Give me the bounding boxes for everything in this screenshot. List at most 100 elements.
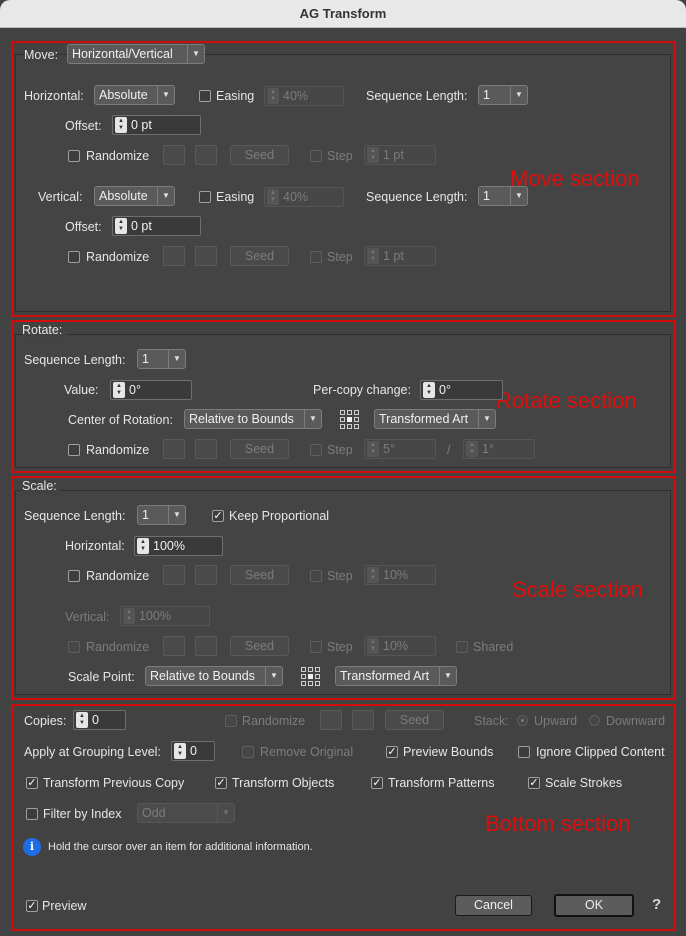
- spinner-icon[interactable]: ▲ ▼: [423, 382, 435, 398]
- rotate-randomize-checkbox[interactable]: [68, 444, 80, 456]
- scale-vstep-field: ▲ ▼ 10%: [364, 636, 436, 656]
- copies-label: Copies:: [24, 714, 67, 728]
- scale-step-value: 10%: [383, 568, 409, 582]
- spinner-icon[interactable]: ▲ ▼: [113, 382, 125, 398]
- spinner-icon: ▲ ▼: [367, 248, 379, 264]
- preview-label: Preview: [42, 899, 87, 913]
- help-icon[interactable]: ?: [652, 897, 661, 913]
- scale-vertical-field: ▲ ▼ 100%: [120, 606, 210, 626]
- rotate-center-select[interactable]: Relative to Bounds ▼: [184, 409, 322, 429]
- filter-by-index-label: Filter by Index: [43, 807, 122, 821]
- filter-by-index-checkbox[interactable]: [26, 808, 38, 820]
- spinner-icon[interactable]: ▲ ▼: [115, 218, 127, 234]
- move-horizontal-easing-checkbox[interactable]: [199, 90, 211, 102]
- stack-upward-radio: [517, 715, 528, 726]
- rotate-art-select[interactable]: Transformed Art ▼: [374, 409, 496, 429]
- rotate-value-field[interactable]: ▲ ▼ 0°: [110, 380, 192, 400]
- preview-bounds-label: Preview Bounds: [403, 745, 494, 759]
- rotate-step-field-2: ▲ ▼ 1°: [463, 439, 535, 459]
- preview-bounds-checkbox[interactable]: ✓: [386, 746, 398, 758]
- rotate-per-copy-field[interactable]: ▲ ▼ 0°: [420, 380, 503, 400]
- move-vertical-seq-select[interactable]: 1 ▼: [478, 186, 528, 206]
- distribution-curve-icon: [163, 565, 185, 585]
- spinner-icon[interactable]: ▲ ▼: [76, 712, 88, 728]
- move-vertical-randomize-checkbox[interactable]: [68, 251, 80, 263]
- window-title: AG Transform: [299, 6, 387, 21]
- chevron-down-icon: ▼: [217, 804, 234, 822]
- distribution-curve-icon: [320, 710, 342, 730]
- info-icon: i: [23, 838, 41, 856]
- transform-objects-label: Transform Objects: [232, 776, 335, 790]
- rotate-step-separator: /: [447, 443, 451, 457]
- scale-point-label: Scale Point:: [68, 670, 135, 684]
- move-horizontal-randomize-checkbox[interactable]: [68, 150, 80, 162]
- bottom-section-annotation: Bottom section: [485, 811, 631, 836]
- scale-step-checkbox: [310, 570, 322, 582]
- move-vertical-label: Vertical:: [38, 190, 83, 204]
- move-horizontal-easing-field: ▲ ▼ 40%: [264, 86, 344, 106]
- reference-point-icon[interactable]: [300, 666, 321, 687]
- chevron-down-icon: ▼: [187, 45, 204, 63]
- scale-randomize-checkbox[interactable]: [68, 570, 80, 582]
- spinner-icon[interactable]: ▲ ▼: [115, 117, 127, 133]
- move-horizontal-offset-field[interactable]: ▲ ▼ 0 pt: [112, 115, 201, 135]
- scale-art-select[interactable]: Transformed Art ▼: [335, 666, 457, 686]
- move-vertical-easing-checkbox[interactable]: [199, 191, 211, 203]
- move-vertical-offset-field[interactable]: ▲ ▼ 0 pt: [112, 216, 201, 236]
- spinner-icon[interactable]: ▲ ▼: [174, 743, 186, 759]
- rotate-label: Rotate:: [22, 322, 67, 338]
- move-horizontal-seq-select[interactable]: 1 ▼: [478, 85, 528, 105]
- scale-vstep-value: 10%: [383, 639, 409, 653]
- ok-button[interactable]: OK: [554, 894, 634, 917]
- scale-vertical-value: 100%: [139, 609, 171, 623]
- move-mode-select[interactable]: Horizontal/Vertical ▼: [67, 44, 205, 64]
- scale-vstep-label: Step: [327, 640, 353, 654]
- keep-proportional-checkbox[interactable]: ✓: [212, 510, 224, 522]
- distribution-curve-icon: [163, 246, 185, 266]
- scale-vrandomize-label: Randomize: [86, 640, 150, 654]
- distribution-curve-icon: [163, 145, 185, 165]
- scale-shared-label: Shared: [473, 640, 514, 654]
- move-vertical-mode-select[interactable]: Absolute ▼: [94, 186, 175, 206]
- grouping-level-field[interactable]: ▲ ▼ 0: [171, 741, 215, 761]
- rotate-seq-label: Sequence Length:: [24, 353, 126, 367]
- spinner-icon: ▲ ▼: [367, 147, 379, 163]
- ignore-clipped-checkbox[interactable]: [518, 746, 530, 758]
- scale-point-select[interactable]: Relative to Bounds ▼: [145, 666, 283, 686]
- scale-seq-select[interactable]: 1 ▼: [137, 505, 186, 525]
- move-vertical-offset-value: 0 pt: [131, 219, 152, 233]
- preview-checkbox[interactable]: ✓: [26, 900, 38, 912]
- move-vertical-step-value: 1 pt: [383, 249, 404, 263]
- move-horizontal-randomize-label: Randomize: [86, 149, 150, 163]
- remove-original-label: Remove Original: [260, 745, 354, 759]
- rotate-value-label: Value:: [64, 383, 99, 397]
- rotate-step-label: Step: [327, 443, 353, 457]
- move-horizontal-easing-value: 40%: [283, 89, 309, 103]
- scale-strokes-checkbox[interactable]: ✓: [528, 777, 540, 789]
- move-horizontal-seed-button: Seed: [230, 145, 289, 165]
- move-vertical-seed-button: Seed: [230, 246, 289, 266]
- rotate-seq-select[interactable]: 1 ▼: [137, 349, 186, 369]
- stack-downward-radio: [589, 715, 600, 726]
- move-section-annotation: Move section: [510, 166, 640, 191]
- spinner-icon[interactable]: ▲ ▼: [137, 538, 149, 554]
- bottom-randomize-label: Randomize: [242, 714, 306, 728]
- spinner-icon: ▲ ▼: [267, 189, 279, 205]
- chevron-down-icon: ▼: [168, 350, 185, 368]
- transform-objects-checkbox[interactable]: ✓: [215, 777, 227, 789]
- cancel-button[interactable]: Cancel: [455, 895, 532, 916]
- move-horizontal-mode-select[interactable]: Absolute ▼: [94, 85, 175, 105]
- scale-horizontal-field[interactable]: ▲ ▼ 100%: [134, 536, 223, 556]
- rotate-step-value: 5°: [383, 442, 395, 456]
- transform-patterns-checkbox[interactable]: ✓: [371, 777, 383, 789]
- scale-art-value: Transformed Art: [340, 669, 430, 683]
- rotate-step-field: ▲ ▼ 5°: [364, 439, 436, 459]
- move-horizontal-label: Horizontal:: [24, 89, 84, 103]
- move-horizontal-mode-value: Absolute: [99, 88, 148, 102]
- scale-randomize-label: Randomize: [86, 569, 150, 583]
- copies-field[interactable]: ▲ ▼ 0: [73, 710, 126, 730]
- reference-point-icon[interactable]: [339, 409, 360, 430]
- transform-previous-copy-checkbox[interactable]: ✓: [26, 777, 38, 789]
- spinner-icon: ▲ ▼: [267, 88, 279, 104]
- rotate-seq-value: 1: [142, 352, 149, 366]
